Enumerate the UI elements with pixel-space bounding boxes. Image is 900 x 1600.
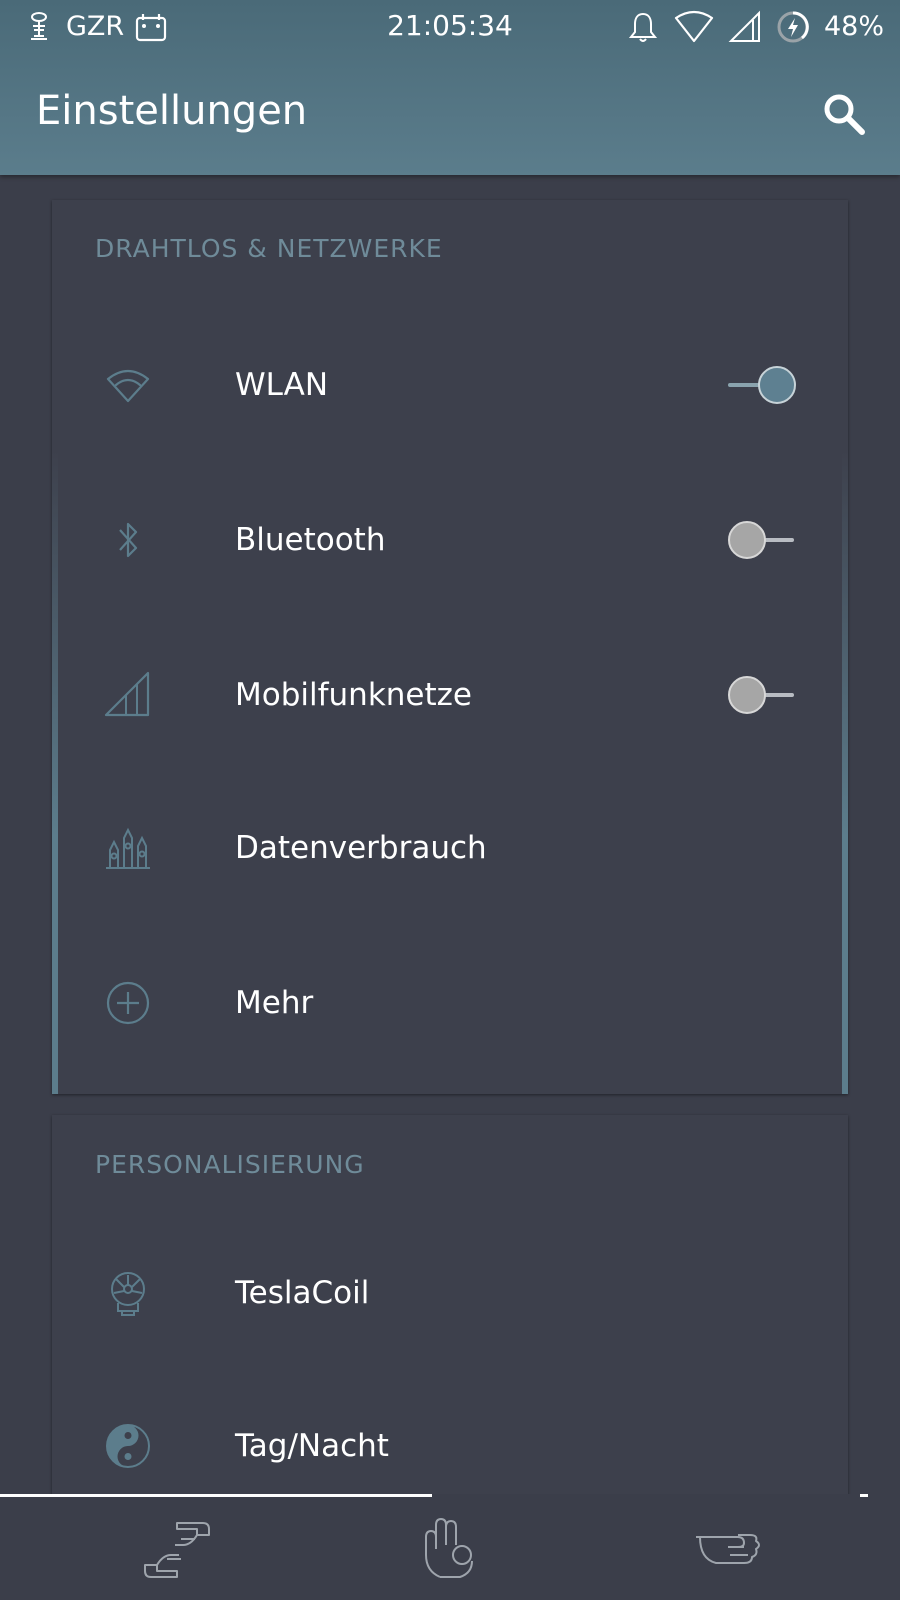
settings-item-label: Bluetooth bbox=[235, 522, 386, 558]
settings-item-label: Tag/Nacht bbox=[235, 1428, 389, 1464]
section-title-personalization: PERSONALISIERUNG bbox=[95, 1150, 365, 1179]
wifi-icon bbox=[674, 10, 714, 43]
cell-signal-icon bbox=[104, 671, 150, 717]
settings-item-bluetooth[interactable]: Bluetooth bbox=[52, 465, 848, 615]
yin-yang-icon bbox=[106, 1424, 150, 1468]
card-edge-accent-right bbox=[842, 450, 848, 1094]
wireless-networks-card: DRAHTLOS & NETZWERKE WLAN Bluetooth Mobi… bbox=[52, 200, 848, 1094]
settings-item-data-usage[interactable]: Datenverbrauch bbox=[52, 773, 848, 923]
ok-hand-icon[interactable] bbox=[410, 1515, 490, 1585]
settings-item-mobile-networks[interactable]: Mobilfunknetze bbox=[52, 620, 848, 770]
settings-item-wlan[interactable]: WLAN bbox=[52, 310, 848, 460]
cell-signal-icon bbox=[728, 10, 760, 42]
bell-icon bbox=[628, 12, 658, 42]
plus-circle-icon bbox=[106, 981, 150, 1025]
bluetooth-toggle[interactable] bbox=[728, 520, 798, 560]
settings-item-label: Mobilfunknetze bbox=[235, 677, 472, 713]
settings-item-label: Datenverbrauch bbox=[235, 830, 487, 866]
app-header: GZR 21:05:34 48% Einstellungen bbox=[0, 0, 900, 175]
settings-item-label: Mehr bbox=[235, 985, 314, 1021]
battery-percent: 48% bbox=[823, 11, 884, 42]
tesla-coil-icon bbox=[111, 1272, 145, 1316]
card-edge-accent-left bbox=[52, 450, 58, 1094]
battery-charging-icon bbox=[777, 11, 809, 43]
wlan-toggle[interactable] bbox=[728, 365, 798, 405]
page-title: Einstellungen bbox=[36, 88, 308, 134]
personalization-card: PERSONALISIERUNG TeslaCoil Tag/Nacht bbox=[52, 1115, 848, 1515]
data-usage-icon bbox=[106, 827, 150, 869]
settings-item-teslacoil[interactable]: TeslaCoil bbox=[52, 1218, 848, 1368]
settings-item-more[interactable]: Mehr bbox=[52, 928, 848, 1078]
settings-item-label: TeslaCoil bbox=[235, 1275, 370, 1311]
status-bar: GZR 21:05:34 48% bbox=[0, 0, 900, 54]
active-tab-indicator bbox=[0, 1494, 432, 1497]
scroll-tick bbox=[860, 1494, 868, 1497]
section-title-wireless: DRAHTLOS & NETZWERKE bbox=[95, 234, 443, 263]
bluetooth-icon bbox=[119, 522, 138, 558]
pointing-hand-icon[interactable] bbox=[692, 1515, 772, 1585]
settings-item-label: WLAN bbox=[235, 367, 329, 403]
mobile-networks-toggle[interactable] bbox=[728, 675, 798, 715]
frame-hands-icon[interactable] bbox=[137, 1515, 217, 1585]
wifi-icon bbox=[106, 369, 150, 403]
search-icon[interactable] bbox=[818, 88, 870, 140]
